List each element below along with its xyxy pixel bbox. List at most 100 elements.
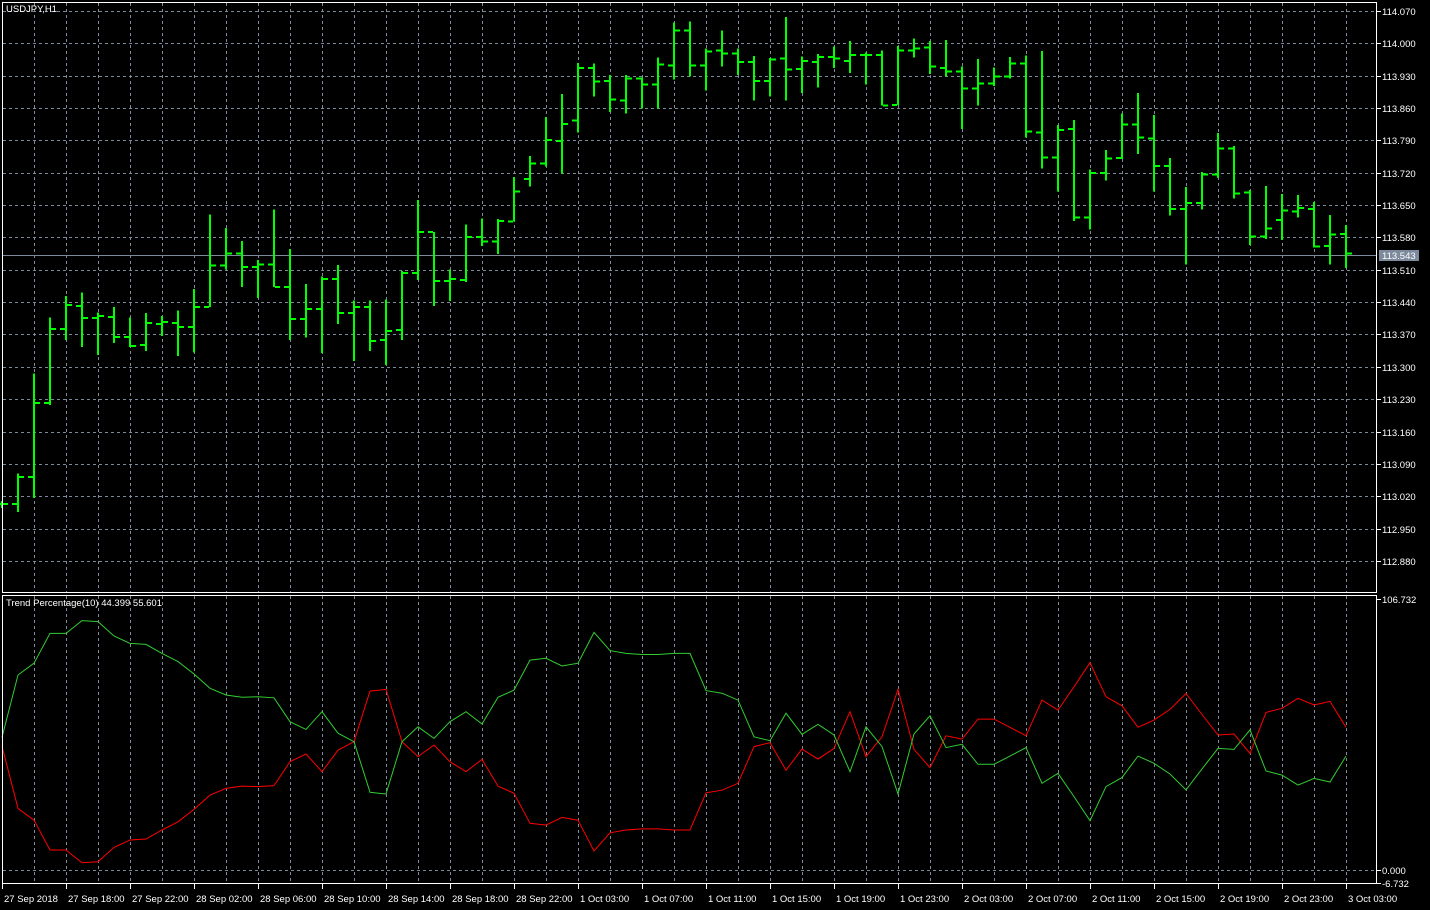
bar-range (1249, 189, 1251, 245)
bar-range (497, 218, 499, 255)
bar-close-tick (387, 329, 392, 332)
bar-range (721, 30, 723, 67)
bar-range (833, 46, 835, 68)
bar-close-tick (339, 311, 344, 314)
bar-close-tick (595, 80, 600, 83)
time-axis-label: 28 Sep 06:00 (260, 894, 317, 905)
time-axis-label: 1 Oct 23:00 (900, 894, 949, 905)
price-axis-label: 113.510 (1382, 266, 1416, 277)
bar-open-tick (796, 67, 801, 70)
bar-open-tick (1052, 156, 1057, 159)
bar-close-tick (1235, 192, 1240, 195)
price-axis-label: 113.020 (1382, 492, 1416, 503)
bar-range (737, 48, 739, 75)
bar-range (673, 22, 675, 80)
bar-open-tick (348, 311, 353, 314)
bar-close-tick (1267, 227, 1272, 230)
bar-close-tick (1347, 252, 1352, 255)
bar-open-tick (1180, 207, 1185, 210)
bar-range (945, 40, 947, 77)
bar-close-tick (931, 65, 936, 68)
bar-range (1345, 224, 1347, 268)
bar-close-tick (1331, 233, 1336, 236)
time-axis-label: 2 Oct 03:00 (964, 894, 1013, 905)
bar-range (1073, 120, 1075, 221)
bar-open-tick (1116, 156, 1121, 159)
bar-close-tick (883, 104, 888, 107)
bar-range (1057, 125, 1059, 192)
bar-range (881, 50, 883, 106)
bar-close-tick (979, 82, 984, 85)
bar-open-tick (1292, 210, 1297, 213)
indicator-axis-label: 106.732 (1382, 595, 1416, 606)
bar-open-tick (220, 264, 225, 267)
bar-open-tick (636, 77, 641, 80)
bar-range (865, 52, 867, 85)
bar-open-tick (124, 335, 129, 338)
time-axis-label: 2 Oct 23:00 (1284, 894, 1333, 905)
bar-close-tick (1043, 156, 1048, 159)
bar-close-tick (835, 57, 840, 60)
bar-range (1217, 133, 1219, 178)
bar-range (977, 59, 979, 106)
bar-range (1105, 150, 1107, 181)
bar-open-tick (540, 162, 545, 165)
bar-close-tick (899, 49, 904, 52)
price-chart[interactable]: 114.070 114.000 113.930 113.860 113.790 113.7… (0, 0, 1430, 910)
bar-range (33, 373, 35, 499)
bar-close-tick (227, 252, 232, 255)
bar-close-tick (163, 321, 168, 324)
price-axis-label: 113.860 (1382, 104, 1416, 115)
bar-range (273, 209, 275, 287)
bar-open-tick (60, 327, 65, 330)
bar-open-tick (1100, 171, 1105, 174)
bar-open-tick (764, 79, 769, 82)
price-axis-label: 113.160 (1382, 428, 1416, 439)
bar-close-tick (1203, 173, 1208, 176)
bar-open-tick (556, 139, 561, 142)
bar-range (241, 241, 243, 287)
price-axis-label: 114.000 (1382, 39, 1416, 50)
time-axis-label: 1 Oct 15:00 (772, 894, 821, 905)
bar-range (129, 317, 131, 347)
price-axis-label: 113.580 (1382, 233, 1416, 244)
bar-close-tick (1155, 164, 1160, 167)
indicator-axis-label: 0.000 (1382, 866, 1406, 877)
chart-background (0, 0, 1430, 910)
bar-close-tick (867, 53, 872, 56)
bar-open-tick (0, 503, 1, 506)
bar-close-tick (755, 79, 760, 82)
time-axis-label: 28 Sep 14:00 (388, 894, 445, 905)
bar-open-tick (668, 64, 673, 67)
bar-range (561, 94, 563, 174)
bar-open-tick (1244, 191, 1249, 194)
bar-open-tick (988, 82, 993, 85)
bar-close-tick (1059, 128, 1064, 131)
bar-open-tick (892, 103, 897, 106)
bar-range (161, 316, 163, 336)
bar-open-tick (748, 60, 753, 63)
bar-close-tick (83, 316, 88, 319)
bar-close-tick (179, 326, 184, 329)
bar-range (753, 55, 755, 101)
bar-open-tick (780, 57, 785, 60)
price-axis-label: 112.950 (1382, 525, 1416, 536)
bar-open-tick (444, 279, 449, 282)
bar-close-tick (1219, 147, 1224, 150)
bar-open-tick (12, 503, 17, 506)
bar-close-tick (1107, 157, 1112, 160)
price-axis-label: 113.650 (1382, 201, 1416, 212)
bar-open-tick (172, 321, 177, 324)
bar-close-tick (1011, 62, 1016, 65)
price-axis-label: 113.370 (1382, 330, 1416, 341)
bar-open-tick (140, 344, 145, 347)
bar-close-tick (515, 190, 520, 193)
price-axis-label: 113.300 (1382, 363, 1416, 374)
bar-range (1009, 57, 1011, 79)
bar-close-tick (307, 308, 312, 311)
bar-close-tick (947, 70, 952, 73)
bar-close-tick (1091, 171, 1096, 174)
bar-range (481, 218, 483, 246)
bar-close-tick (499, 219, 504, 222)
bar-close-tick (611, 98, 616, 101)
